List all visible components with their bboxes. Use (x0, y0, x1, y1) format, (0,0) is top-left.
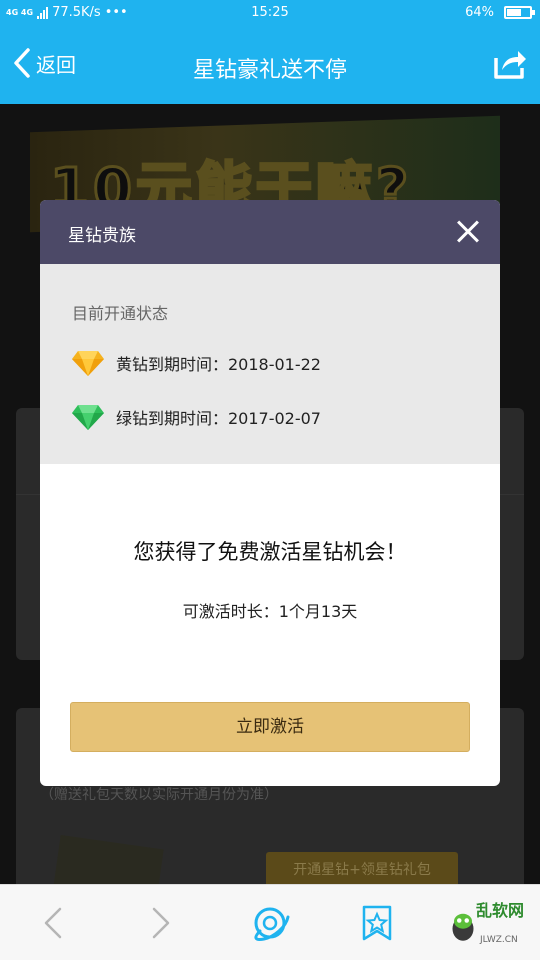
chevron-right-icon (152, 907, 170, 939)
chevron-left-icon (44, 907, 62, 939)
dialog-header: 星钻贵族 (40, 200, 500, 264)
activation-duration: 可激活时长：1个月13天 (182, 602, 358, 621)
browser-home-button[interactable] (250, 903, 290, 943)
share-button[interactable] (492, 46, 528, 80)
clock: 15:25 (251, 5, 289, 20)
browser-toolbar: 乱软网 JLWZ.CN (0, 884, 540, 960)
bookmark-button[interactable] (357, 903, 397, 943)
background-note: （赠送礼包天数以实际开通月份为准） (40, 787, 278, 803)
nav-forward-button[interactable] (140, 903, 180, 943)
status-bar: 4G 4G 77.5K/s ••• 15:25 64% (0, 0, 540, 28)
page-title: 星钻豪礼送不停 (192, 58, 347, 83)
yellow-diamond-icon (72, 351, 104, 376)
green-diamond-icon (72, 405, 104, 430)
background-open-button: 开通星钻+领星钻礼包 (266, 852, 458, 884)
bookmark-star-icon (362, 905, 392, 941)
green-diamond-row: 绿钻到期时间：2017-02-07 (70, 402, 321, 432)
watermark-url: JLWZ.CN (480, 935, 518, 945)
status-section: 目前开通状态 黄钻到期时间：2018-01-22 绿钻到期时间：2017-02-… (40, 264, 500, 464)
app-header: 返回 星钻豪礼送不停 (0, 28, 540, 104)
dialog-title: 星钻贵族 (68, 226, 136, 246)
activate-now-button[interactable]: 立即激活 (70, 702, 470, 752)
status-heading: 目前开通状态 (72, 304, 169, 323)
share-icon (494, 51, 526, 79)
star-diamond-dialog: 星钻贵族 目前开通状态 黄钻到期时间：2018-01-22 绿钻到期时间：201… (40, 200, 500, 786)
battery-percent: 64% (465, 5, 494, 20)
green-diamond-expiry: 绿钻到期时间：2017-02-07 (116, 409, 321, 428)
battery-icon (504, 6, 535, 19)
promo-message: 您获得了免费激活星钻机会！ (133, 540, 407, 564)
nav-back-button[interactable] (34, 903, 74, 943)
yellow-diamond-row: 黄钻到期时间：2018-01-22 (70, 348, 321, 378)
close-button[interactable] (456, 220, 480, 244)
watermark-logo: 乱软网 JLWZ.CN (448, 891, 538, 957)
watermark-text: 乱软网 (476, 901, 525, 920)
browser-logo-icon (254, 907, 290, 941)
mascot-icon (452, 913, 474, 941)
yellow-diamond-expiry: 黄钻到期时间：2018-01-22 (116, 355, 321, 374)
